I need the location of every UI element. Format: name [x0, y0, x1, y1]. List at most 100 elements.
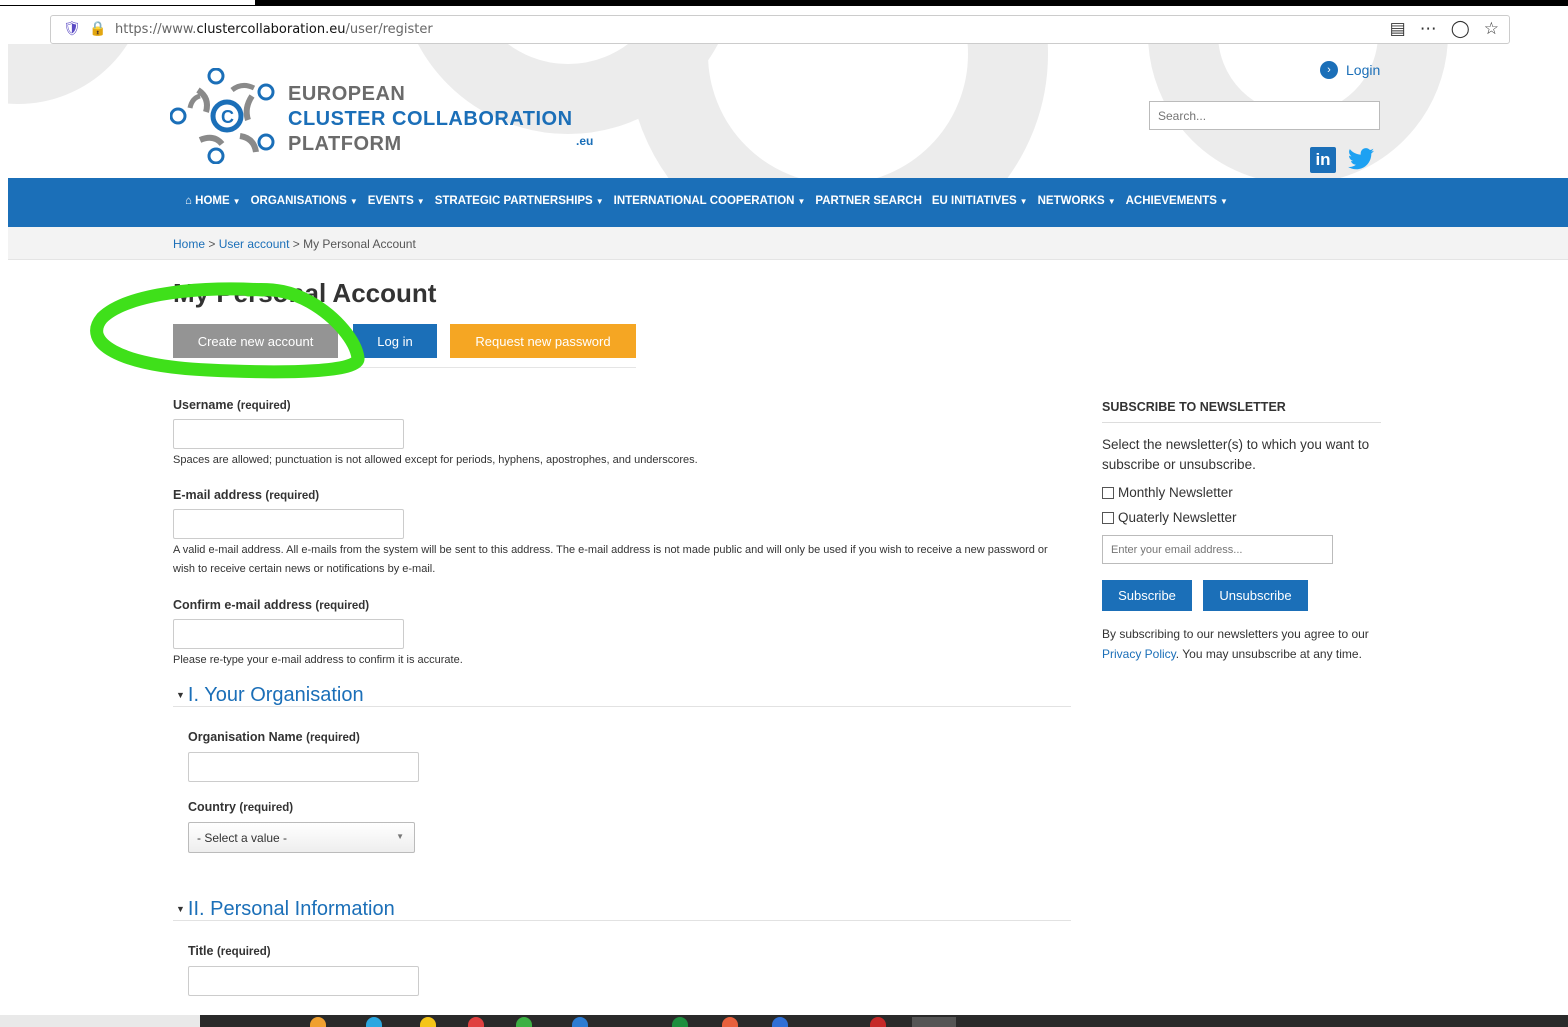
- taskbar-app-icon[interactable]: [420, 1017, 436, 1027]
- request-password-tab[interactable]: Request new password: [450, 324, 636, 358]
- nav-item-organisations[interactable]: ORGANISATIONS ▼: [251, 195, 358, 207]
- label-text: Title: [188, 944, 214, 958]
- breadcrumb-bar: Home > User account > My Personal Accoun…: [8, 227, 1568, 260]
- site-logo[interactable]: C EUROPEAN CLUSTER COLLABORATION PLATFOR…: [170, 68, 610, 164]
- monthly-newsletter-checkbox[interactable]: Monthly Newsletter: [1102, 485, 1233, 500]
- breadcrumb-current: My Personal Account: [303, 237, 416, 251]
- tab-label: Request new password: [475, 333, 611, 349]
- taskbar-app-icon[interactable]: [468, 1017, 484, 1027]
- reader-view-icon[interactable]: ▤: [1390, 19, 1406, 39]
- required-marker: (required): [265, 490, 320, 502]
- nav-item-networks[interactable]: NETWORKS ▼: [1038, 195, 1116, 207]
- organisation-name-label: Organisation Name (required): [188, 730, 360, 744]
- required-marker: (required): [306, 732, 360, 744]
- nav-item-partner-search[interactable]: PARTNER SEARCH: [815, 195, 922, 207]
- svg-text:C: C: [221, 107, 234, 127]
- breadcrumb-home[interactable]: Home: [173, 237, 205, 251]
- confirm-email-label: Confirm e-mail address (required): [173, 598, 369, 612]
- section-your-organisation[interactable]: ▼ I. Your Organisation: [176, 684, 364, 707]
- create-account-tab[interactable]: Create new account: [173, 324, 338, 358]
- breadcrumb-user-account[interactable]: User account: [219, 237, 290, 251]
- email-input[interactable]: [173, 509, 404, 539]
- pocket-icon[interactable]: ◯: [1451, 19, 1470, 39]
- caret-down-icon: ▼: [595, 197, 604, 206]
- more-actions-icon[interactable]: ⋯: [1420, 19, 1437, 39]
- label-text: Organisation Name: [188, 730, 303, 744]
- nav-item-eu-initiatives[interactable]: EU INITIATIVES ▼: [932, 195, 1028, 207]
- nav-item-events[interactable]: EVENTS ▼: [368, 195, 425, 207]
- browser-tab-strip: [0, 0, 255, 6]
- shield-icon[interactable]: 🛡: [63, 20, 81, 37]
- url-path: /user/register: [345, 22, 433, 37]
- nav-item-strategic-partnerships[interactable]: STRATEGIC PARTNERSHIPS ▼: [435, 195, 604, 207]
- login-link[interactable]: › Login: [1320, 61, 1380, 79]
- nav-label: ORGANISATIONS: [250, 195, 347, 207]
- divider: [173, 920, 1071, 921]
- lock-icon[interactable]: 🔒: [89, 20, 106, 37]
- dropdown-arrow-icon: ▼: [396, 832, 404, 841]
- section-title: II. Personal Information: [187, 898, 395, 920]
- newsletter-policy-text: By subscribing to our newsletters you ag…: [1102, 624, 1387, 664]
- section-title: I. Your Organisation: [187, 684, 364, 706]
- button-label: Unsubscribe: [1219, 588, 1292, 603]
- privacy-policy-link[interactable]: Privacy Policy: [1102, 647, 1176, 661]
- taskbar-app-icon[interactable]: [870, 1017, 886, 1027]
- linkedin-glyph: in: [1315, 150, 1331, 169]
- taskbar-active-app[interactable]: [912, 1017, 956, 1027]
- site-header: C EUROPEAN CLUSTER COLLABORATION PLATFOR…: [8, 44, 1568, 178]
- organisation-name-input[interactable]: [188, 752, 419, 782]
- nav-label: ACHIEVEMENTS: [1125, 195, 1217, 207]
- caret-down-icon: ▼: [349, 197, 358, 206]
- confirm-email-help: Please re-type your e-mail address to co…: [173, 654, 463, 666]
- username-input[interactable]: [173, 419, 404, 449]
- subscribe-button[interactable]: Subscribe: [1102, 580, 1192, 611]
- breadcrumb: Home > User account > My Personal Accoun…: [173, 237, 416, 251]
- quarterly-newsletter-checkbox[interactable]: Quaterly Newsletter: [1102, 510, 1237, 525]
- section-personal-information[interactable]: ▼ II. Personal Information: [176, 898, 395, 921]
- nav-item-achievements[interactable]: ACHIEVEMENTS ▼: [1126, 195, 1228, 207]
- collapse-triangle-icon: ▼: [176, 904, 185, 914]
- divider: [1102, 422, 1381, 423]
- url-text[interactable]: https://www.clustercollaboration.eu/user…: [115, 22, 433, 37]
- logo-suffix: .eu: [576, 134, 594, 148]
- address-bar[interactable]: 🛡 🔒 https://www.clustercollaboration.eu/…: [50, 15, 1510, 44]
- caret-down-icon: ▼: [1219, 197, 1228, 206]
- taskbar-app-icon[interactable]: [366, 1017, 382, 1027]
- confirm-email-input[interactable]: [173, 619, 404, 649]
- breadcrumb-separator: >: [289, 237, 304, 251]
- taskbar-app-icon[interactable]: [672, 1017, 688, 1027]
- taskbar-search-area[interactable]: [0, 1015, 200, 1027]
- login-label: Login: [1346, 62, 1381, 78]
- taskbar-app-icon[interactable]: [310, 1017, 326, 1027]
- nav-label: NETWORKS: [1037, 195, 1105, 207]
- logo-line-1: EUROPEAN: [288, 83, 406, 105]
- header-decoration: [628, 44, 1048, 178]
- taskbar-app-icon[interactable]: [572, 1017, 588, 1027]
- nav-item-international-cooperation[interactable]: INTERNATIONAL COOPERATION ▼: [614, 195, 806, 207]
- nav-label: EU INITIATIVES: [931, 195, 1017, 207]
- country-select[interactable]: - Select a value - ▼: [188, 822, 415, 853]
- select-value: - Select a value -: [197, 831, 288, 845]
- title-input[interactable]: [188, 966, 419, 996]
- twitter-icon[interactable]: [1348, 148, 1374, 170]
- tab-label: Create new account: [197, 333, 314, 349]
- newsletter-email-input[interactable]: [1102, 535, 1333, 564]
- home-icon: ⌂: [185, 195, 192, 207]
- email-label: E-mail address (required): [173, 488, 319, 502]
- newsletter-description: Select the newsletter(s) to which you wa…: [1102, 437, 1370, 472]
- unsubscribe-button[interactable]: Unsubscribe: [1203, 580, 1308, 611]
- taskbar-app-icon[interactable]: [772, 1017, 788, 1027]
- nav-item-home[interactable]: ⌂ HOME ▼: [185, 195, 241, 207]
- login-tab[interactable]: Log in: [353, 324, 437, 358]
- bookmark-star-icon[interactable]: ☆: [1484, 19, 1499, 39]
- policy-text: . You may unsubscribe at any time.: [1175, 647, 1362, 661]
- email-help: A valid e-mail address. All e-mails from…: [173, 544, 1048, 575]
- os-taskbar: [0, 1015, 1568, 1027]
- search-input[interactable]: [1149, 101, 1380, 130]
- username-label: Username (required): [173, 398, 291, 412]
- page-title: My Personal Account: [173, 278, 437, 308]
- caret-down-icon: ▼: [1019, 197, 1028, 206]
- taskbar-app-icon[interactable]: [516, 1017, 532, 1027]
- linkedin-icon[interactable]: in: [1310, 147, 1336, 173]
- taskbar-app-icon[interactable]: [722, 1017, 738, 1027]
